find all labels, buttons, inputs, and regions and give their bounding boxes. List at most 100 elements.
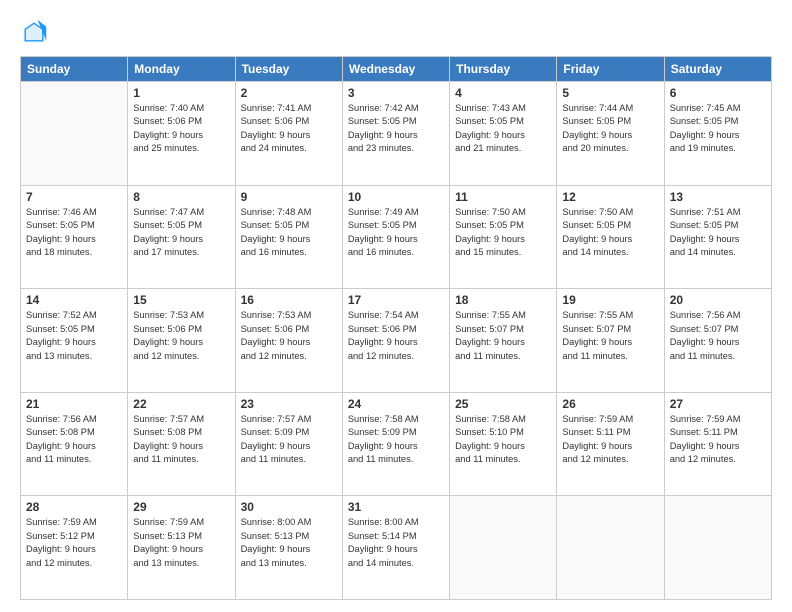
day-number: 11 bbox=[455, 190, 551, 204]
calendar-day-18: 18 Sunrise: 7:55 AMSunset: 5:07 PMDayligh… bbox=[450, 289, 557, 393]
calendar-day-11: 11 Sunrise: 7:50 AMSunset: 5:05 PMDayligh… bbox=[450, 185, 557, 289]
day-info: Sunrise: 7:46 AMSunset: 5:05 PMDaylight:… bbox=[26, 206, 122, 260]
day-info: Sunrise: 7:40 AMSunset: 5:06 PMDaylight:… bbox=[133, 102, 229, 156]
calendar-week-row: 7 Sunrise: 7:46 AMSunset: 5:05 PMDaylight… bbox=[21, 185, 772, 289]
day-number: 14 bbox=[26, 293, 122, 307]
day-info: Sunrise: 7:42 AMSunset: 5:05 PMDaylight:… bbox=[348, 102, 444, 156]
day-number: 12 bbox=[562, 190, 658, 204]
day-info: Sunrise: 7:59 AMSunset: 5:12 PMDaylight:… bbox=[26, 516, 122, 570]
calendar-day-28: 28 Sunrise: 7:59 AMSunset: 5:12 PMDayligh… bbox=[21, 496, 128, 600]
day-info: Sunrise: 7:58 AMSunset: 5:09 PMDaylight:… bbox=[348, 413, 444, 467]
day-number: 2 bbox=[241, 86, 337, 100]
logo-icon bbox=[20, 18, 48, 46]
day-info: Sunrise: 7:59 AMSunset: 5:11 PMDaylight:… bbox=[562, 413, 658, 467]
day-number: 16 bbox=[241, 293, 337, 307]
empty-cell bbox=[450, 496, 557, 600]
day-number: 20 bbox=[670, 293, 766, 307]
day-info: Sunrise: 7:44 AMSunset: 5:05 PMDaylight:… bbox=[562, 102, 658, 156]
day-number: 30 bbox=[241, 500, 337, 514]
day-info: Sunrise: 7:59 AMSunset: 5:13 PMDaylight:… bbox=[133, 516, 229, 570]
calendar-day-23: 23 Sunrise: 7:57 AMSunset: 5:09 PMDayligh… bbox=[235, 392, 342, 496]
calendar-day-2: 2 Sunrise: 7:41 AMSunset: 5:06 PMDaylight… bbox=[235, 82, 342, 186]
day-number: 13 bbox=[670, 190, 766, 204]
calendar-day-6: 6Sunrise: 7:45 AMSunset: 5:05 PMDaylight… bbox=[664, 82, 771, 186]
day-info: Sunrise: 7:53 AMSunset: 5:06 PMDaylight:… bbox=[241, 309, 337, 363]
day-number: 19 bbox=[562, 293, 658, 307]
calendar-day-3: 3 Sunrise: 7:42 AMSunset: 5:05 PMDaylight… bbox=[342, 82, 449, 186]
day-number: 10 bbox=[348, 190, 444, 204]
day-info: Sunrise: 7:41 AMSunset: 5:06 PMDaylight:… bbox=[241, 102, 337, 156]
calendar-day-25: 25 Sunrise: 7:58 AMSunset: 5:10 PMDayligh… bbox=[450, 392, 557, 496]
calendar-day-8: 8Sunrise: 7:47 AMSunset: 5:05 PMDaylight… bbox=[128, 185, 235, 289]
day-number: 6 bbox=[670, 86, 766, 100]
calendar-week-row: 21Sunrise: 7:56 AMSunset: 5:08 PMDayligh… bbox=[21, 392, 772, 496]
weekday-header-tuesday: Tuesday bbox=[235, 57, 342, 82]
day-number: 21 bbox=[26, 397, 122, 411]
logo bbox=[20, 18, 52, 46]
day-info: Sunrise: 8:00 AMSunset: 5:13 PMDaylight:… bbox=[241, 516, 337, 570]
calendar-day-20: 20 Sunrise: 7:56 AMSunset: 5:07 PMDayligh… bbox=[664, 289, 771, 393]
day-number: 31 bbox=[348, 500, 444, 514]
day-number: 24 bbox=[348, 397, 444, 411]
weekday-header-saturday: Saturday bbox=[664, 57, 771, 82]
day-info: Sunrise: 7:48 AMSunset: 5:05 PMDaylight:… bbox=[241, 206, 337, 260]
page: SundayMondayTuesdayWednesdayThursdayFrid… bbox=[0, 0, 792, 612]
day-info: Sunrise: 7:51 AMSunset: 5:05 PMDaylight:… bbox=[670, 206, 766, 260]
calendar-day-29: 29 Sunrise: 7:59 AMSunset: 5:13 PMDayligh… bbox=[128, 496, 235, 600]
day-number: 27 bbox=[670, 397, 766, 411]
weekday-header-friday: Friday bbox=[557, 57, 664, 82]
calendar-day-13: 13 Sunrise: 7:51 AMSunset: 5:05 PMDayligh… bbox=[664, 185, 771, 289]
day-info: Sunrise: 7:53 AMSunset: 5:06 PMDaylight:… bbox=[133, 309, 229, 363]
day-info: Sunrise: 7:52 AMSunset: 5:05 PMDaylight:… bbox=[26, 309, 122, 363]
day-info: Sunrise: 7:57 AMSunset: 5:09 PMDaylight:… bbox=[241, 413, 337, 467]
day-number: 22 bbox=[133, 397, 229, 411]
calendar-day-4: 4Sunrise: 7:43 AMSunset: 5:05 PMDaylight… bbox=[450, 82, 557, 186]
header bbox=[20, 18, 772, 46]
calendar-day-30: 30 Sunrise: 8:00 AMSunset: 5:13 PMDayligh… bbox=[235, 496, 342, 600]
calendar-day-15: 15 Sunrise: 7:53 AMSunset: 5:06 PMDayligh… bbox=[128, 289, 235, 393]
calendar-day-10: 10Sunrise: 7:49 AMSunset: 5:05 PMDayligh… bbox=[342, 185, 449, 289]
day-number: 25 bbox=[455, 397, 551, 411]
day-info: Sunrise: 8:00 AMSunset: 5:14 PMDaylight:… bbox=[348, 516, 444, 570]
calendar-day-12: 12 Sunrise: 7:50 AMSunset: 5:05 PMDayligh… bbox=[557, 185, 664, 289]
calendar-day-21: 21Sunrise: 7:56 AMSunset: 5:08 PMDayligh… bbox=[21, 392, 128, 496]
day-number: 23 bbox=[241, 397, 337, 411]
day-number: 7 bbox=[26, 190, 122, 204]
calendar-day-31: 31 Sunrise: 8:00 AMSunset: 5:14 PMDayligh… bbox=[342, 496, 449, 600]
day-info: Sunrise: 7:54 AMSunset: 5:06 PMDaylight:… bbox=[348, 309, 444, 363]
day-number: 29 bbox=[133, 500, 229, 514]
day-number: 17 bbox=[348, 293, 444, 307]
day-number: 15 bbox=[133, 293, 229, 307]
day-info: Sunrise: 7:56 AMSunset: 5:07 PMDaylight:… bbox=[670, 309, 766, 363]
day-info: Sunrise: 7:55 AMSunset: 5:07 PMDaylight:… bbox=[455, 309, 551, 363]
day-number: 8 bbox=[133, 190, 229, 204]
day-info: Sunrise: 7:50 AMSunset: 5:05 PMDaylight:… bbox=[562, 206, 658, 260]
calendar-day-1: 1 Sunrise: 7:40 AMSunset: 5:06 PMDaylight… bbox=[128, 82, 235, 186]
day-number: 18 bbox=[455, 293, 551, 307]
weekday-header-monday: Monday bbox=[128, 57, 235, 82]
calendar-day-27: 27 Sunrise: 7:59 AMSunset: 5:11 PMDayligh… bbox=[664, 392, 771, 496]
day-number: 5 bbox=[562, 86, 658, 100]
calendar-day-14: 14 Sunrise: 7:52 AMSunset: 5:05 PMDayligh… bbox=[21, 289, 128, 393]
calendar-day-7: 7 Sunrise: 7:46 AMSunset: 5:05 PMDaylight… bbox=[21, 185, 128, 289]
day-info: Sunrise: 7:55 AMSunset: 5:07 PMDaylight:… bbox=[562, 309, 658, 363]
weekday-header-row: SundayMondayTuesdayWednesdayThursdayFrid… bbox=[21, 57, 772, 82]
calendar-day-24: 24 Sunrise: 7:58 AMSunset: 5:09 PMDayligh… bbox=[342, 392, 449, 496]
weekday-header-wednesday: Wednesday bbox=[342, 57, 449, 82]
day-number: 9 bbox=[241, 190, 337, 204]
day-info: Sunrise: 7:50 AMSunset: 5:05 PMDaylight:… bbox=[455, 206, 551, 260]
day-number: 1 bbox=[133, 86, 229, 100]
calendar-day-17: 17 Sunrise: 7:54 AMSunset: 5:06 PMDayligh… bbox=[342, 289, 449, 393]
calendar-week-row: 14 Sunrise: 7:52 AMSunset: 5:05 PMDayligh… bbox=[21, 289, 772, 393]
calendar-day-22: 22 Sunrise: 7:57 AMSunset: 5:08 PMDayligh… bbox=[128, 392, 235, 496]
empty-cell bbox=[557, 496, 664, 600]
day-info: Sunrise: 7:58 AMSunset: 5:10 PMDaylight:… bbox=[455, 413, 551, 467]
day-info: Sunrise: 7:59 AMSunset: 5:11 PMDaylight:… bbox=[670, 413, 766, 467]
day-number: 26 bbox=[562, 397, 658, 411]
day-number: 3 bbox=[348, 86, 444, 100]
day-info: Sunrise: 7:57 AMSunset: 5:08 PMDaylight:… bbox=[133, 413, 229, 467]
weekday-header-sunday: Sunday bbox=[21, 57, 128, 82]
calendar-day-5: 5 Sunrise: 7:44 AMSunset: 5:05 PMDaylight… bbox=[557, 82, 664, 186]
day-info: Sunrise: 7:43 AMSunset: 5:05 PMDaylight:… bbox=[455, 102, 551, 156]
day-number: 28 bbox=[26, 500, 122, 514]
